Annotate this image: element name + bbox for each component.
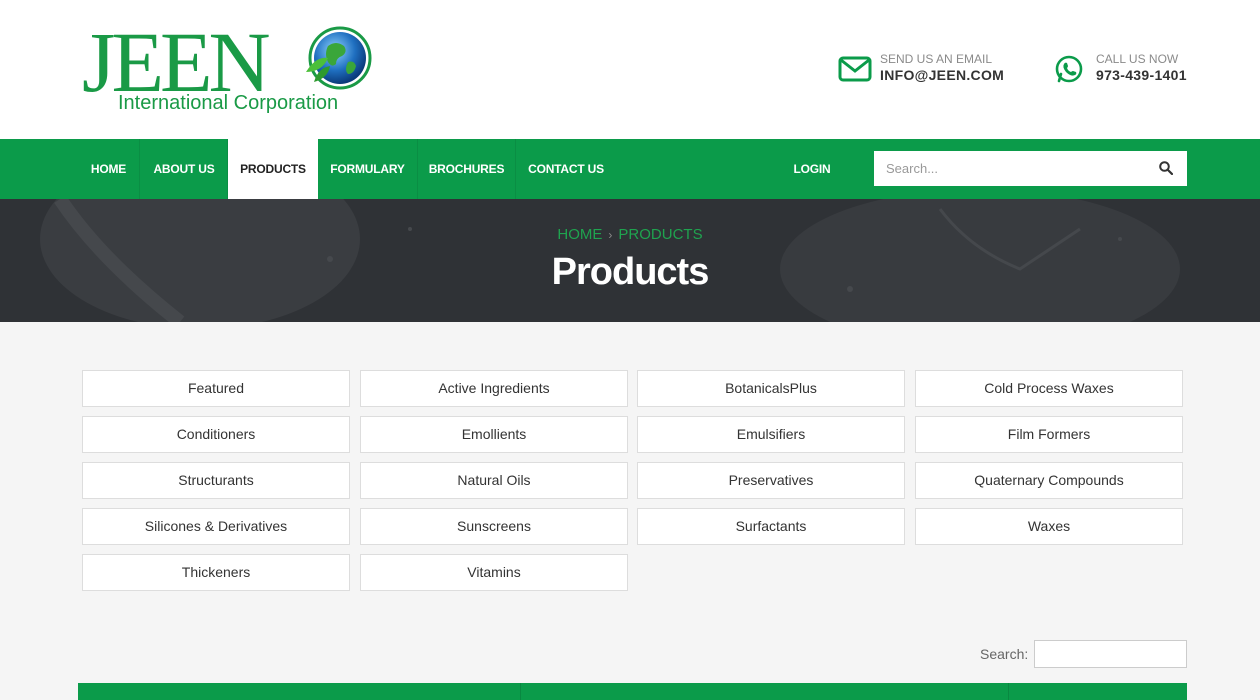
category-quaternary-compounds[interactable]: Quaternary Compounds bbox=[915, 462, 1183, 499]
category-silicones-derivatives[interactable]: Silicones & Derivatives bbox=[82, 508, 350, 545]
products-table-header bbox=[78, 683, 1187, 700]
nav-contact-us[interactable]: CONTACT US bbox=[516, 139, 616, 199]
table-header-col-2[interactable] bbox=[521, 683, 1009, 700]
table-search-label: Search: bbox=[980, 646, 1029, 662]
email-value[interactable]: INFO@JEEN.COM bbox=[880, 67, 1004, 83]
logo-subtitle: International Corporation bbox=[118, 92, 339, 114]
breadcrumb-products[interactable]: PRODUCTS bbox=[618, 226, 702, 243]
whatsapp-phone-icon bbox=[1055, 55, 1083, 83]
category-active-ingredients[interactable]: Active Ingredients bbox=[360, 370, 628, 407]
phone-contact[interactable]: CALL US NOW 973-439-1401 bbox=[1054, 52, 1194, 88]
globe-icon bbox=[306, 26, 372, 90]
main-nav: HOME ABOUT US PRODUCTS FORMULARY BROCHUR… bbox=[0, 139, 1260, 199]
phone-label: CALL US NOW bbox=[1096, 52, 1179, 66]
page-title: Products bbox=[551, 251, 710, 293]
category-surfactants[interactable]: Surfactants bbox=[637, 508, 905, 545]
category-featured[interactable]: Featured bbox=[82, 370, 350, 407]
nav-formulary[interactable]: FORMULARY bbox=[318, 139, 418, 199]
category-conditioners[interactable]: Conditioners bbox=[82, 416, 350, 453]
category-cold-process-waxes[interactable]: Cold Process Waxes bbox=[915, 370, 1183, 407]
category-thickeners[interactable]: Thickeners bbox=[82, 554, 350, 591]
nav-about-us[interactable]: ABOUT US bbox=[141, 139, 228, 199]
category-vitamins[interactable]: Vitamins bbox=[360, 554, 628, 591]
category-waxes[interactable]: Waxes bbox=[915, 508, 1183, 545]
category-sunscreens[interactable]: Sunscreens bbox=[360, 508, 628, 545]
category-emollients[interactable]: Emollients bbox=[360, 416, 628, 453]
category-structurants[interactable]: Structurants bbox=[82, 462, 350, 499]
email-contact[interactable]: SEND US AN EMAIL INFO@JEEN.COM bbox=[838, 52, 1028, 88]
search-icon[interactable] bbox=[1159, 161, 1173, 175]
nav-login[interactable]: LOGIN bbox=[780, 139, 844, 199]
chevron-right-icon: › bbox=[608, 228, 613, 242]
nav-products[interactable]: PRODUCTS bbox=[228, 139, 318, 199]
envelope-icon bbox=[838, 56, 872, 82]
breadcrumb: HOME › PRODUCTS bbox=[0, 226, 1260, 243]
search-input[interactable] bbox=[874, 151, 1144, 186]
nav-brochures[interactable]: BROCHURES bbox=[418, 139, 516, 199]
category-film-formers[interactable]: Film Formers bbox=[915, 416, 1183, 453]
table-header-col-1[interactable] bbox=[78, 683, 521, 700]
breadcrumb-home[interactable]: HOME bbox=[557, 226, 602, 243]
category-preservatives[interactable]: Preservatives bbox=[637, 462, 905, 499]
category-botanicalsplus[interactable]: BotanicalsPlus bbox=[637, 370, 905, 407]
category-emulsifiers[interactable]: Emulsifiers bbox=[637, 416, 905, 453]
table-header-col-3[interactable] bbox=[1009, 683, 1187, 700]
site-search bbox=[874, 151, 1187, 186]
nav-home[interactable]: HOME bbox=[78, 139, 140, 199]
phone-value[interactable]: 973-439-1401 bbox=[1096, 67, 1187, 83]
table-search-input[interactable] bbox=[1034, 640, 1187, 668]
page-hero: HOME › PRODUCTS Products bbox=[0, 199, 1260, 322]
site-header: JEEN International Corporation SEND US A… bbox=[0, 0, 1260, 139]
jeen-logo[interactable]: JEEN International Corporation bbox=[80, 14, 380, 120]
category-natural-oils[interactable]: Natural Oils bbox=[360, 462, 628, 499]
email-label: SEND US AN EMAIL bbox=[880, 52, 993, 66]
